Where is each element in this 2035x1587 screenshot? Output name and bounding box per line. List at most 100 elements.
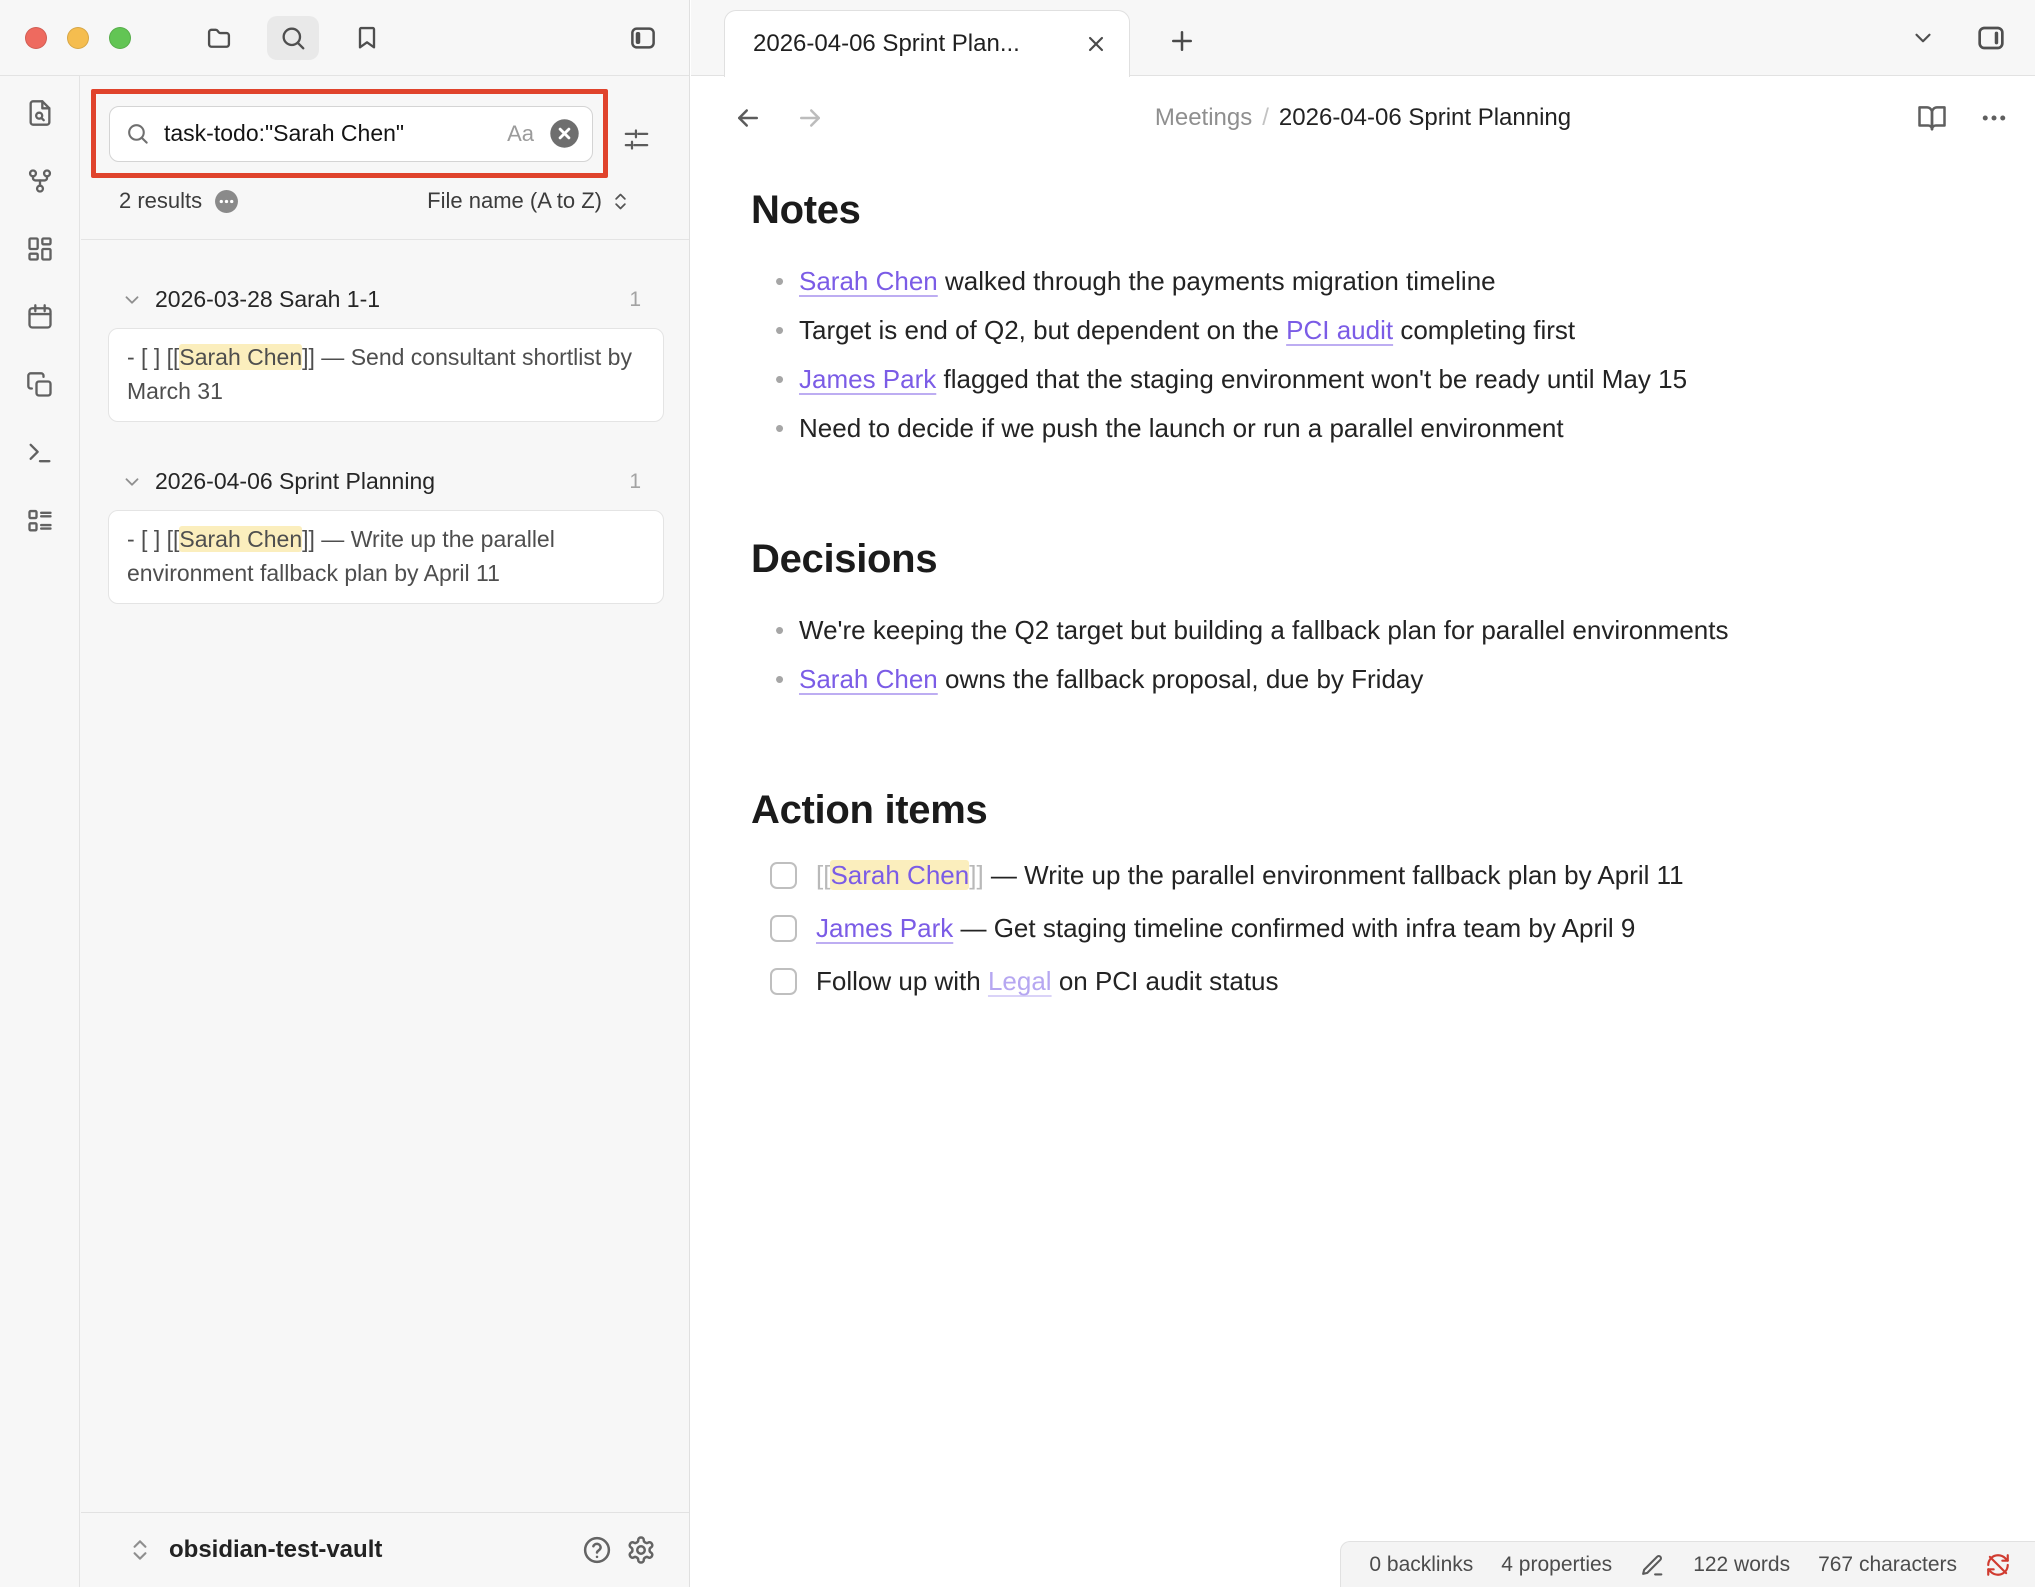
note-editor[interactable]: Notes Sarah Chen walked through the paym… [691,160,2035,1000]
text-segment: — Write up the parallel environment fall… [984,860,1684,890]
terminal-icon [26,439,54,467]
text-segment: Need to decide if we push the launch or … [799,413,1564,443]
search-info-icon[interactable] [214,189,239,214]
new-tab-button[interactable] [1159,20,1205,62]
reading-view-button[interactable] [1917,103,1947,133]
search-settings-button[interactable] [615,118,657,160]
file-search-icon [26,99,54,127]
bookmarks-tab-button[interactable] [341,16,393,60]
task-checkbox[interactable] [770,915,797,942]
text-segment: on PCI audit status [1052,966,1279,996]
internal-link[interactable]: Sarah Chen [799,664,938,694]
search-icon [125,121,150,146]
panel-right-icon [1975,22,2007,54]
toggle-right-sidebar-button[interactable] [1969,16,2013,60]
word-count[interactable]: 122 words [1693,1553,1790,1577]
result-file-name: 2026-04-06 Sprint Planning [155,468,435,495]
text-segment: We're keeping the Q2 target but building… [799,615,1728,645]
text-segment: flagged that the staging environment won… [936,364,1687,394]
text-segment: completing first [1393,315,1575,345]
task-list-button[interactable] [18,504,62,538]
close-window-button[interactable] [25,27,47,49]
sync-error-icon[interactable] [1985,1552,2011,1578]
backlinks-count[interactable]: 0 backlinks [1369,1553,1473,1577]
random-note-button[interactable] [18,368,62,402]
toggle-left-sidebar-button[interactable] [617,16,669,60]
section-heading: Decisions [751,537,2035,582]
note-toolbar: Meetings/2026-04-06 Sprint Planning [691,76,2035,160]
note-section-decisions: Decisions We're keeping the Q2 target bu… [751,537,2035,704]
terminal-button[interactable] [18,436,62,470]
breadcrumb-parent[interactable]: Meetings [1155,104,1252,131]
status-bar: 0 backlinks 4 properties 122 words 767 c… [1340,1541,2035,1587]
internal-link[interactable]: James Park [816,913,953,943]
task-checkbox[interactable] [770,968,797,995]
vault-name: obsidian-test-vault [169,1536,382,1564]
plus-icon [1167,26,1197,56]
help-button[interactable] [575,1530,619,1570]
annotation-highlight: task-todo:"Sarah Chen" Aa [91,89,608,178]
search-result-group: 2026-04-06 Sprint Planning 1 - [ ] [[Sar… [81,468,689,604]
text-segment: owns the fallback proposal, due by Frida… [938,664,1424,694]
task-text: James Park — Get staging timeline confir… [816,910,1635,947]
maximize-window-button[interactable] [109,27,131,49]
minimize-window-button[interactable] [67,27,89,49]
clear-search-button[interactable] [549,118,580,149]
ellipsis-icon [1979,103,2009,133]
match-case-toggle[interactable]: Aa [507,121,534,147]
chevron-down-icon [1910,25,1936,51]
pencil-icon[interactable] [1640,1552,1665,1577]
text-segment: — Get staging timeline confirmed with in… [953,913,1635,943]
x-circle-icon [549,118,580,149]
internal-link[interactable]: Sarah Chen [830,860,969,890]
chevrons-up-down-icon [610,191,631,212]
tab-sprint-planning[interactable]: 2026-04-06 Sprint Plan... [724,10,1130,77]
note-bullet: We're keeping the Q2 target but building… [751,606,1901,655]
internal-link[interactable]: Sarah Chen [799,266,938,296]
task-item: Follow up with Legal on PCI audit status [770,963,1930,1000]
more-options-button[interactable] [1979,103,2009,133]
section-heading: Action items [751,788,2035,833]
task-checkbox[interactable] [770,862,797,889]
folder-icon [205,24,233,52]
search-result-group: 2026-03-28 Sarah 1-1 1 - [ ] [[Sarah Che… [81,286,689,422]
task-text: Follow up with Legal on PCI audit status [816,963,1279,1000]
search-tab-button[interactable] [267,16,319,60]
search-file-button[interactable] [18,96,62,130]
chevron-down-icon [121,471,143,493]
graph-view-button[interactable] [18,164,62,198]
canvas-button[interactable] [18,232,62,266]
internal-link[interactable]: James Park [799,364,936,394]
daily-note-button[interactable] [18,300,62,334]
navigate-back-button[interactable] [733,103,763,133]
result-group-header[interactable]: 2026-03-28 Sarah 1-1 1 [121,286,641,313]
internal-link[interactable]: PCI audit [1286,315,1393,345]
text-segment: - [ ] [[ [127,344,179,370]
search-input[interactable]: task-todo:"Sarah Chen" Aa [109,106,593,162]
internal-link[interactable]: Legal [988,966,1052,996]
layout-dashboard-icon [26,235,54,263]
close-icon [1083,31,1109,57]
close-tab-button[interactable] [1083,31,1109,57]
search-match[interactable]: - [ ] [[Sarah Chen]] — Send consultant s… [108,328,664,422]
character-count[interactable]: 767 characters [1818,1553,1957,1577]
properties-count[interactable]: 4 properties [1501,1553,1612,1577]
settings-button[interactable] [619,1530,663,1570]
text-segment: Sarah Chen [179,344,302,370]
graph-icon [26,167,54,195]
files-tab-button[interactable] [193,16,245,60]
copy-icon [26,371,54,399]
sliders-icon [623,126,650,153]
search-match[interactable]: - [ ] [[Sarah Chen]] — Write up the para… [108,510,664,604]
vault-switcher[interactable]: obsidian-test-vault [81,1512,689,1587]
text-segment: ]] [969,860,983,890]
bookmark-icon [353,24,381,52]
text-segment: Sarah Chen [179,526,302,552]
text-segment: walked through the payments migration ti… [938,266,1496,296]
sort-order-button[interactable]: File name (A to Z) [427,188,631,214]
result-group-header[interactable]: 2026-04-06 Sprint Planning 1 [121,468,641,495]
navigate-forward-button[interactable] [795,103,825,133]
tab-list-button[interactable] [1903,18,1943,58]
task-text: [[Sarah Chen]] — Write up the parallel e… [816,857,1684,894]
breadcrumb-current[interactable]: 2026-04-06 Sprint Planning [1279,104,1571,131]
